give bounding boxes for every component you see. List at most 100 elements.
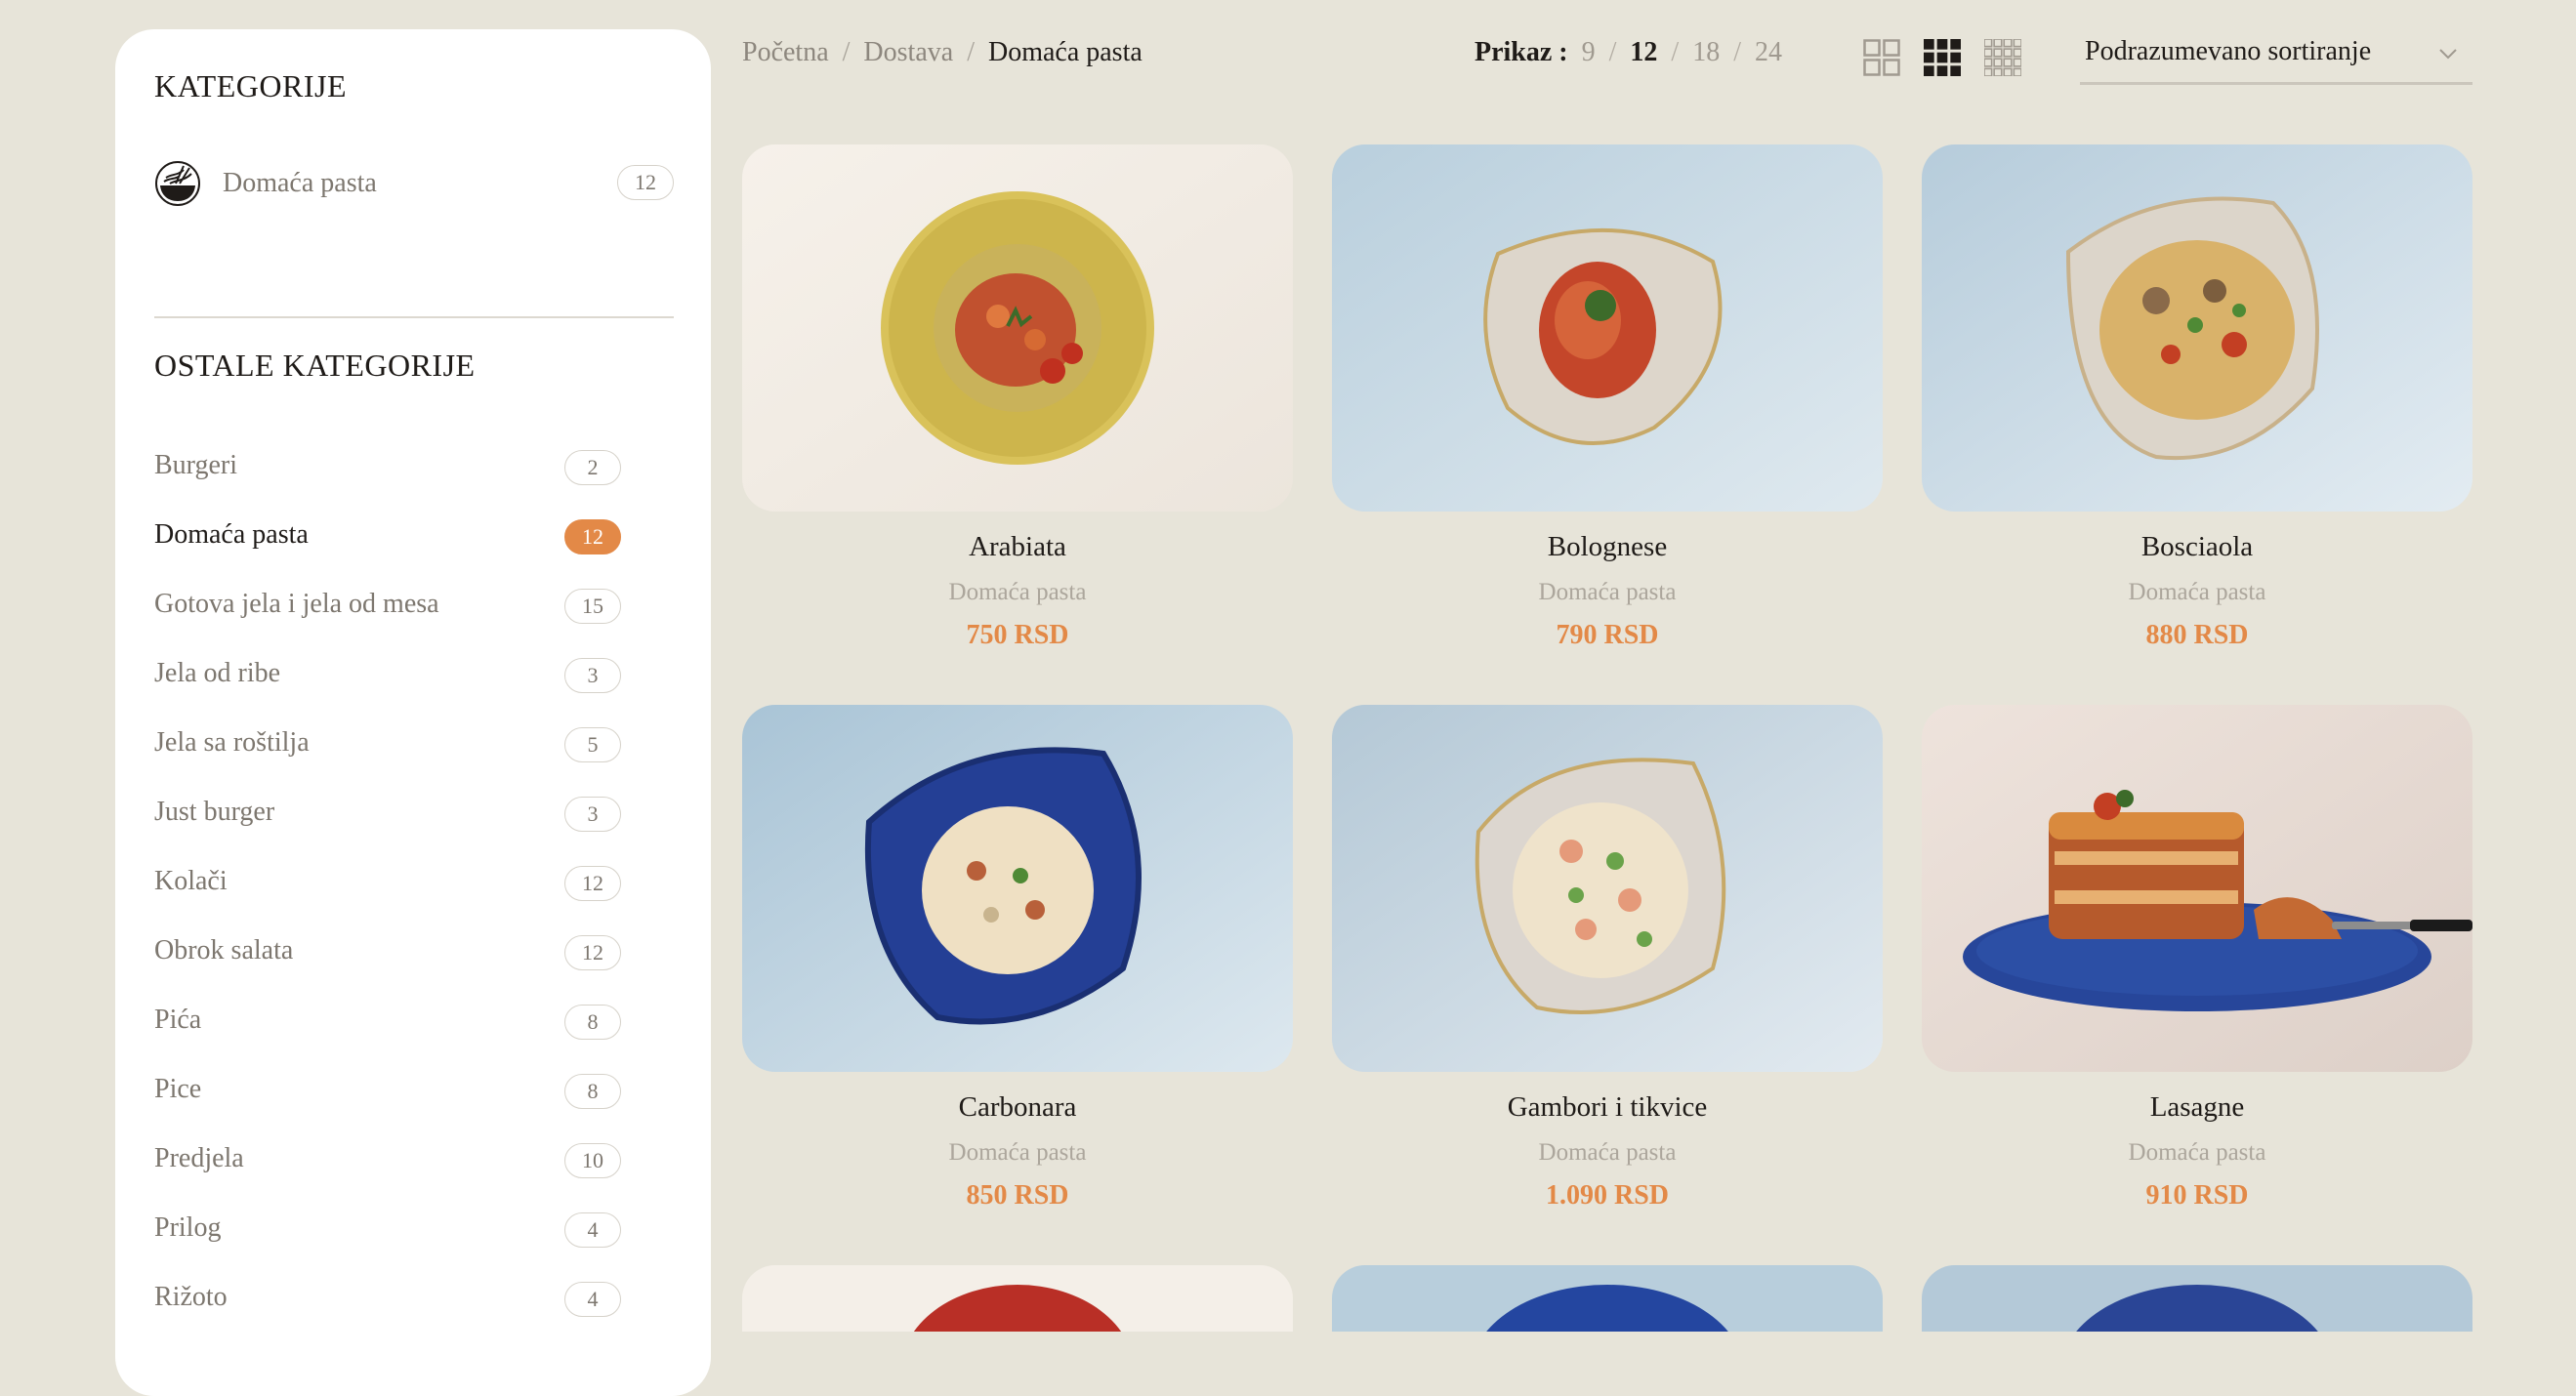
product-category: Domaća pasta	[2128, 579, 2266, 605]
product-category: Domaća pasta	[948, 1139, 1087, 1166]
items-per-page-option[interactable]: 24	[1755, 37, 1782, 67]
category-count-badge: 2	[564, 450, 621, 485]
category-item[interactable]: Kolači 12	[154, 866, 643, 935]
items-per-page-option[interactable]: 12	[1630, 37, 1657, 67]
category-count-badge: 4	[564, 1282, 621, 1317]
category-item[interactable]: Pića 8	[154, 1005, 643, 1074]
product-image[interactable]	[1922, 144, 2472, 512]
category-count-badge: 3	[564, 658, 621, 693]
category-label: Pića	[154, 1005, 202, 1035]
items-per-page-separator: /	[1608, 37, 1617, 67]
product-image[interactable]	[1922, 1265, 2472, 1332]
category-count-badge: 8	[564, 1005, 621, 1040]
category-item[interactable]: Jela sa roštilja 5	[154, 727, 643, 797]
product-image[interactable]	[742, 705, 1293, 1072]
product-image[interactable]	[742, 144, 1293, 512]
category-count-badge: 8	[564, 1074, 621, 1109]
sidebar-divider	[154, 316, 674, 318]
product-image[interactable]	[1922, 705, 2472, 1072]
breadcrumb-parent-link[interactable]: Dostava	[863, 37, 953, 67]
breadcrumb-separator: /	[967, 37, 975, 67]
items-per-page-separator: /	[1671, 37, 1680, 67]
category-item[interactable]: Pice 8	[154, 1074, 643, 1143]
current-category-count: 12	[617, 165, 674, 200]
category-label: Just burger	[154, 797, 275, 827]
product-card[interactable]: Bolognese Domaća pasta 790 RSD	[1332, 144, 1883, 651]
category-label: Gotova jela i jela od mesa	[154, 589, 439, 619]
product-card[interactable]	[742, 1265, 1293, 1332]
category-count-badge: 12	[564, 935, 621, 970]
product-card[interactable]	[1922, 1265, 2472, 1332]
category-count-badge: 12	[564, 519, 621, 554]
items-per-page-option[interactable]: 9	[1582, 37, 1596, 67]
category-label: Domaća pasta	[154, 519, 309, 550]
breadcrumb-separator: /	[842, 37, 851, 67]
category-label: Obrok salata	[154, 935, 294, 965]
category-item[interactable]: Jela od ribe 3	[154, 658, 643, 727]
category-label: Rižoto	[154, 1282, 228, 1312]
category-label: Predjela	[154, 1143, 244, 1173]
product-name[interactable]: Bolognese	[1332, 531, 1883, 563]
breadcrumb: Početna / Dostava / Domaća pasta	[742, 37, 1143, 68]
items-per-page-separator: /	[1733, 37, 1741, 67]
grid-2-icon[interactable]	[1863, 39, 1900, 76]
category-label: Jela od ribe	[154, 658, 281, 688]
category-item[interactable]: Just burger 3	[154, 797, 643, 866]
product-name[interactable]: Gambori i tikvice	[1332, 1091, 1883, 1124]
product-category: Domaća pasta	[2128, 1139, 2266, 1166]
items-per-page-option[interactable]: 18	[1692, 37, 1720, 67]
product-image[interactable]	[742, 1265, 1293, 1332]
breadcrumb-home-link[interactable]: Početna	[742, 37, 829, 67]
items-per-page-label: Prikaz :	[1475, 37, 1568, 67]
product-name[interactable]: Carbonara	[742, 1091, 1293, 1124]
category-item[interactable]: Domaća pasta 12	[154, 519, 643, 589]
product-category: Domaća pasta	[1538, 1139, 1677, 1166]
product-name[interactable]: Arabiata	[742, 531, 1293, 563]
product-card[interactable]: Carbonara Domaća pasta 850 RSD	[742, 705, 1293, 1211]
categories-heading: KATEGORIJE	[154, 68, 347, 103]
product-price: 880 RSD	[2145, 620, 2249, 650]
category-count-badge: 4	[564, 1212, 621, 1248]
product-image[interactable]	[1332, 144, 1883, 512]
product-category: Domaća pasta	[948, 579, 1087, 605]
product-card[interactable]: Gambori i tikvice Domaća pasta 1.090 RSD	[1332, 705, 1883, 1211]
category-list: Burgeri 2 Domaća pasta 12 Gotova jela i jela…	[154, 450, 643, 1351]
product-card[interactable]: Lasagne Domaća pasta 910 RSD	[1922, 705, 2472, 1211]
category-label: Prilog	[154, 1212, 222, 1243]
category-item[interactable]: Rižoto 4	[154, 1282, 643, 1351]
category-label: Jela sa roštilja	[154, 727, 310, 758]
category-item[interactable]: Obrok salata 12	[154, 935, 643, 1005]
product-card[interactable]: Arabiata Domaća pasta 750 RSD	[742, 144, 1293, 651]
breadcrumb-current: Domaća pasta	[987, 37, 1143, 67]
product-card[interactable]: Bosciaola Domaća pasta 880 RSD	[1922, 144, 2472, 651]
product-image[interactable]	[1332, 705, 1883, 1072]
pasta-bowl-icon	[154, 160, 201, 207]
chevron-down-icon	[2437, 43, 2459, 64]
category-count-badge: 3	[564, 797, 621, 832]
grid-4-icon[interactable]	[1984, 39, 2021, 76]
product-image[interactable]	[1332, 1265, 1883, 1332]
category-label: Kolači	[154, 866, 228, 896]
category-item[interactable]: Predjela 10	[154, 1143, 643, 1212]
product-card[interactable]	[1332, 1265, 1883, 1332]
other-categories-heading: OSTALE KATEGORIJE	[154, 348, 476, 383]
category-count-badge: 10	[564, 1143, 621, 1178]
product-category: Domaća pasta	[1538, 579, 1677, 605]
product-price: 790 RSD	[1556, 620, 1659, 650]
product-name[interactable]: Bosciaola	[1922, 531, 2472, 563]
product-name[interactable]: Lasagne	[1922, 1091, 2472, 1124]
category-item[interactable]: Gotova jela i jela od mesa 15	[154, 589, 643, 658]
category-sidebar: KATEGORIJE Domaća pasta 12 OSTALE KATEGO…	[115, 29, 711, 1396]
sort-select[interactable]: Podrazumevano sortiranje	[2080, 27, 2472, 85]
category-item[interactable]: Prilog 4	[154, 1212, 643, 1282]
product-price: 1.090 RSD	[1545, 1180, 1669, 1211]
category-label: Burgeri	[154, 450, 238, 480]
category-count-badge: 12	[564, 866, 621, 901]
product-price: 850 RSD	[966, 1180, 1069, 1211]
grid-3-icon[interactable]	[1924, 39, 1961, 76]
category-count-badge: 5	[564, 727, 621, 762]
items-per-page-control: Prikaz : 9 / 12 / 18 / 24	[1475, 37, 1782, 68]
category-item[interactable]: Burgeri 2	[154, 450, 643, 519]
current-category-label: Domaća pasta	[223, 168, 377, 198]
current-category-item[interactable]: Domaća pasta 12	[154, 160, 674, 209]
